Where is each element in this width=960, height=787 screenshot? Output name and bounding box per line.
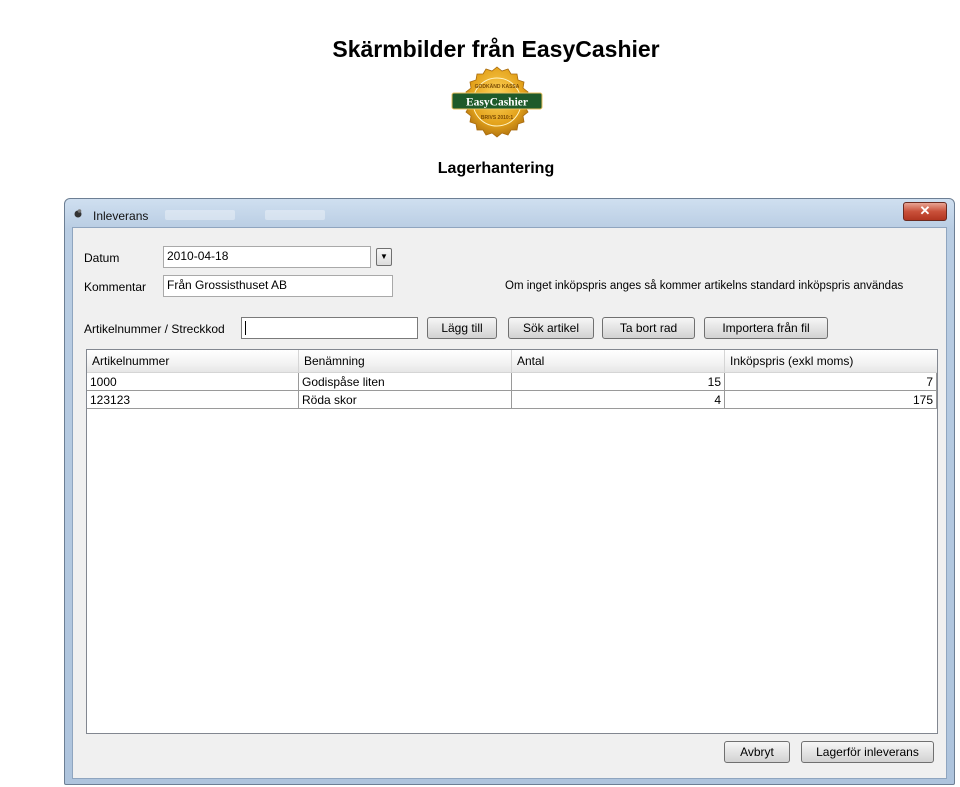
cancel-button[interactable]: Avbryt (724, 741, 790, 763)
titlebar-ghost-tab (265, 210, 325, 220)
import-file-button[interactable]: Importera från fil (704, 317, 828, 339)
app-icon (74, 209, 82, 218)
table-header: Artikelnummer Benämning Antal Inköpspris… (87, 350, 937, 373)
datum-dropdown-button[interactable]: ▼ (376, 248, 392, 266)
add-button[interactable]: Lägg till (427, 317, 497, 339)
artikelnummer-input[interactable] (241, 317, 418, 339)
kommentar-label: Kommentar (84, 280, 147, 294)
close-button[interactable]: ✕ (903, 202, 947, 221)
window-title: Inleverans (93, 209, 149, 223)
section-title: Lagerhantering (437, 160, 555, 177)
kommentar-field[interactable]: Från Grossisthuset AB (163, 275, 393, 297)
window-client-area: Datum 2010-04-18 ▼ Kommentar Från Grossi… (72, 227, 947, 779)
easycashier-logo: EasyCashier GODKÄND KASSA BRIVS 2010:1 (451, 66, 543, 138)
submit-delivery-button[interactable]: Lagerför inleverans (801, 741, 934, 763)
inkopspris-note: Om inget inköpspris anges så kommer arti… (505, 280, 904, 292)
column-header-benamning[interactable]: Benämning (299, 350, 512, 372)
cell-benamning[interactable]: Godispåse liten (299, 373, 512, 391)
table-row[interactable]: 123123 Röda skor 4 175 (87, 391, 937, 409)
table-row[interactable]: 1000 Godispåse liten 15 7 (87, 373, 937, 391)
datum-field[interactable]: 2010-04-18 (163, 246, 371, 268)
cell-inkopspris[interactable]: 7 (725, 373, 937, 391)
datum-label: Datum (84, 251, 120, 265)
column-header-antal[interactable]: Antal (512, 350, 725, 372)
text-cursor (245, 320, 246, 335)
cell-artikelnummer[interactable]: 1000 (87, 373, 299, 391)
cell-benamning[interactable]: Röda skor (299, 391, 512, 409)
titlebar-ghost-tab (165, 210, 235, 220)
column-header-inkopspris[interactable]: Inköpspris (exkl moms) (725, 350, 937, 372)
cell-artikelnummer[interactable]: 123123 (87, 391, 299, 409)
cell-antal[interactable]: 4 (512, 391, 725, 409)
artikelnummer-label: Artikelnummer / Streckkod (84, 322, 225, 336)
logo-wordmark: EasyCashier (466, 97, 528, 109)
article-table: Artikelnummer Benämning Antal Inköpspris… (86, 349, 938, 734)
search-article-button[interactable]: Sök artikel (508, 317, 594, 339)
remove-row-button[interactable]: Ta bort rad (602, 317, 695, 339)
logo-arc-top: GODKÄND KASSA (475, 83, 520, 90)
inleverans-window: Inleverans ✕ Datum 2010-04-18 ▼ Kommenta… (64, 198, 955, 785)
column-header-artikelnummer[interactable]: Artikelnummer (87, 350, 299, 372)
cell-antal[interactable]: 15 (512, 373, 725, 391)
window-titlebar[interactable]: Inleverans ✕ (65, 199, 954, 229)
page-title: Skärmbilder från EasyCashier (332, 36, 660, 62)
logo-arc-bottom: BRIVS 2010:1 (481, 115, 513, 121)
cell-inkopspris[interactable]: 175 (725, 391, 937, 409)
chevron-down-icon: ▼ (380, 252, 388, 261)
